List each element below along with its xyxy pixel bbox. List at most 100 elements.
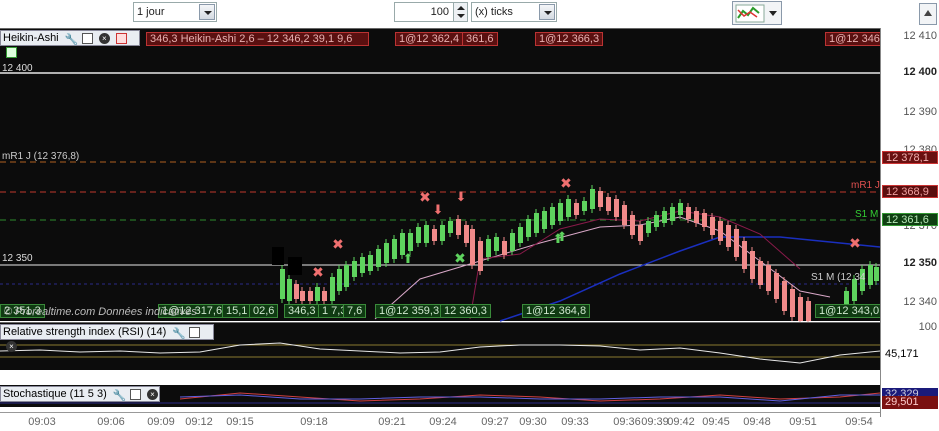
- scroll-arrow-icon[interactable]: [919, 3, 937, 25]
- close-icon[interactable]: ×: [146, 388, 158, 400]
- main-price-chart[interactable]: ✖ ✖ ✖ ✖ ✖ ✖ ⬆ ⬆ ⬆ ⬇ ⬇ Heikin-Ashi 🔧 × 346,3 Heikin…: [0, 28, 884, 322]
- candle-body: [294, 284, 299, 299]
- time-axis-label: 09:21: [378, 416, 406, 428]
- candle-body: [408, 233, 413, 251]
- candle-body: [322, 291, 327, 301]
- candle-body: [478, 241, 483, 271]
- time-axis[interactable]: 09:03 09:06 09:09 09:12 09:15 09:18 09:21 09:24…: [0, 412, 880, 431]
- window-icon[interactable]: [189, 326, 201, 338]
- window-icon[interactable]: [129, 388, 141, 400]
- rsi-line: [0, 342, 880, 364]
- arrow-down-icon[interactable]: ⬇: [456, 190, 467, 205]
- price-box-368: 12 368,9: [882, 185, 938, 198]
- time-axis-label: 09:36: [613, 416, 641, 428]
- chevron-down-icon[interactable]: [539, 4, 555, 20]
- time-axis-label: 09:24: [429, 416, 457, 428]
- rsi-axis-label: 100: [918, 321, 937, 333]
- period-select[interactable]: 1 jour: [133, 2, 217, 22]
- ticks-unit-select[interactable]: (x) ticks: [471, 2, 557, 22]
- chart-type-button[interactable]: [732, 1, 782, 25]
- candle-body: [330, 277, 335, 301]
- bottom-tag: 1@12 364,8: [522, 304, 591, 318]
- candle-body: [424, 225, 429, 243]
- arrow-up-icon[interactable]: ⬆: [403, 252, 414, 267]
- black-marker: [288, 257, 302, 275]
- candle-body: [456, 219, 461, 235]
- bottom-tag: 1@12 343,0: [815, 304, 884, 318]
- candle-body: [550, 207, 555, 225]
- candle-body: [694, 211, 699, 223]
- price-axis-label: 12 410: [903, 30, 937, 42]
- ticks-count-input[interactable]: 100: [394, 2, 468, 22]
- sell-marker-icon[interactable]: ✖: [849, 236, 861, 252]
- candle-body: [630, 215, 635, 235]
- candle-body: [542, 211, 547, 229]
- wrench-icon[interactable]: 🔧: [65, 33, 79, 46]
- time-axis-label: 09:45: [702, 416, 730, 428]
- top-tag: 1@12 366,3: [535, 32, 604, 46]
- level-label-s1m: S1 M: [855, 209, 879, 220]
- sell-marker-icon[interactable]: ✖: [419, 190, 431, 206]
- bottom-tag: 15,1: [222, 304, 252, 318]
- arrow-up-icon: [924, 10, 932, 16]
- wrench-icon[interactable]: 🔧: [113, 389, 127, 402]
- stochastic-panel[interactable]: Stochastique (11 5 3) 🔧 ×: [0, 385, 880, 407]
- toolbar: 1 jour 100 (x) ticks: [0, 0, 939, 28]
- buy-marker-icon[interactable]: ✖: [454, 251, 466, 267]
- candle-body: [686, 207, 691, 219]
- sell-marker-icon[interactable]: ✖: [332, 237, 344, 253]
- window-icon[interactable]: [81, 32, 93, 44]
- candle-body: [344, 265, 349, 287]
- candle-body: [598, 191, 603, 207]
- time-axis-label: 09:33: [561, 416, 589, 428]
- price-axis-label: 12 400: [903, 66, 937, 78]
- time-axis-label: 09:30: [519, 416, 547, 428]
- arrow-up-icon[interactable]: ⬆: [557, 230, 568, 245]
- candle-body: [678, 203, 683, 215]
- time-axis-label: 09:42: [667, 416, 695, 428]
- candle-body: [376, 249, 381, 267]
- candle-body: [806, 301, 811, 321]
- price-chart-canvas: ✖✖✖✖✖✖⬆⬆⬆⬇⬇: [0, 72, 880, 322]
- arrow-down-icon[interactable]: ⬇: [433, 203, 444, 218]
- top-tag: 1@12 362,4: [395, 32, 464, 46]
- candle-body: [742, 241, 747, 269]
- black-marker: [272, 247, 284, 265]
- rsi-panel[interactable]: Relative strength index (RSI) (14) 🔧 ×: [0, 322, 880, 370]
- candle-body: [646, 221, 651, 233]
- chevron-down-icon[interactable]: [199, 4, 215, 20]
- price-axis-label: 12 390: [903, 106, 937, 118]
- candle-body: [798, 297, 803, 321]
- candle-body: [368, 255, 373, 271]
- sell-marker-icon[interactable]: ✖: [312, 265, 324, 281]
- candle-body: [300, 291, 305, 301]
- wrench-icon[interactable]: 🔧: [172, 327, 186, 340]
- price-axis[interactable]: 12 410 12 400 12 390 12 380 12 370 12 35…: [880, 28, 939, 417]
- close-icon[interactable]: ×: [6, 340, 17, 352]
- candle-body: [526, 219, 531, 237]
- candle-body: [750, 251, 755, 279]
- stepper-down-icon[interactable]: [457, 14, 465, 18]
- candle-body: [670, 207, 675, 221]
- level-label-12400: 12 400: [2, 63, 33, 74]
- candle-body: [337, 269, 342, 291]
- add-indicator-icon[interactable]: [115, 32, 127, 44]
- time-axis-label: 09:51: [789, 416, 817, 428]
- close-icon[interactable]: ×: [98, 32, 110, 44]
- sell-marker-icon[interactable]: ✖: [560, 176, 572, 192]
- bottom-tag: 02,6: [249, 304, 279, 318]
- ticks-unit-value: (x) ticks: [475, 6, 513, 18]
- ticks-count-value: 100: [430, 6, 449, 18]
- candle-body: [734, 229, 739, 257]
- ticks-stepper[interactable]: [453, 3, 467, 21]
- candle-body: [308, 291, 313, 301]
- top-tag: 361,6: [462, 32, 498, 46]
- move-up-icon[interactable]: [6, 46, 17, 58]
- price-box-378: 12 378,1: [882, 151, 938, 164]
- stepper-up-icon[interactable]: [457, 6, 465, 10]
- candle-body: [360, 257, 365, 273]
- candle-body: [440, 225, 445, 241]
- bottom-tag: 12 360,3: [440, 304, 491, 318]
- top-tag: 346,3 Heikin-Ashi 2,6 – 12 346,2 39,1 9,…: [146, 32, 369, 46]
- candle-body: [494, 237, 499, 251]
